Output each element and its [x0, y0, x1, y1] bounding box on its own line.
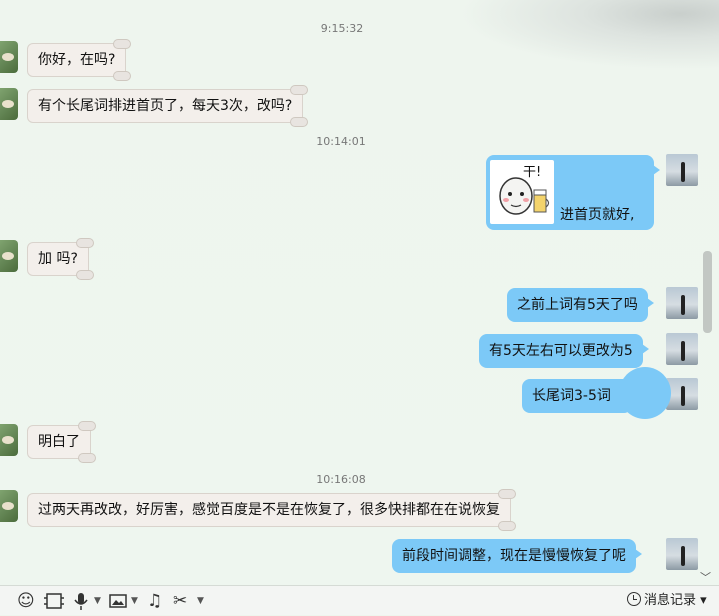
incoming-message[interactable]: 有个长尾词排进首页了，每天3次，改吗?: [27, 85, 309, 127]
message-text: 加 吗?: [38, 251, 78, 267]
screenshot-icon[interactable]: [43, 591, 65, 611]
history-label: 消息记录: [644, 593, 697, 608]
sticker-caption: 干!: [523, 165, 541, 180]
message-text: 之前上词有5天了吗: [517, 297, 638, 313]
incoming-message[interactable]: 加 吗?: [27, 238, 94, 280]
message-text: 你好，在吗?: [38, 52, 116, 68]
outgoing-message[interactable]: 干! 进首页就好,: [486, 155, 660, 230]
message-text: 有个长尾词排进首页了，每天3次，改吗?: [38, 98, 293, 114]
message-text: 明白了: [38, 434, 80, 450]
message-text: 进首页就好,: [560, 207, 635, 223]
history-dropdown-icon: ▾: [700, 593, 707, 608]
outgoing-message[interactable]: 之前上词有5天了吗: [507, 288, 654, 322]
image-icon[interactable]: [108, 591, 128, 611]
message-text: 前段时间调整，现在是慢慢恢复了呢: [402, 548, 626, 564]
my-avatar[interactable]: [666, 287, 698, 319]
message-text: 过两天再改改，好厉害，感觉百度是不是在恢复了，很多快排都在在说恢复: [38, 502, 500, 518]
contact-avatar[interactable]: [0, 490, 18, 522]
timestamp: 9:15:32: [320, 22, 364, 35]
voice-icon[interactable]: [73, 591, 89, 611]
incoming-message[interactable]: 明白了: [27, 421, 96, 463]
my-avatar[interactable]: [666, 333, 698, 365]
sticker-image[interactable]: 干!: [490, 160, 554, 224]
background-decoration: [459, 0, 719, 70]
incoming-message[interactable]: 过两天再改改，好厉害，感觉百度是不是在恢复了，很多快排都在在说恢复: [27, 489, 516, 531]
image-dropdown-icon[interactable]: ▼: [131, 591, 138, 611]
outgoing-message[interactable]: 有5天左右可以更改为5: [479, 334, 649, 368]
message-text: 长尾词3-5词: [532, 388, 611, 404]
message-text: 有5天左右可以更改为5: [489, 343, 633, 359]
clock-icon: [627, 592, 641, 606]
contact-avatar[interactable]: [0, 88, 18, 120]
my-avatar[interactable]: [666, 154, 698, 186]
scrollbar-thumb[interactable]: [703, 251, 712, 333]
message-history-button[interactable]: 消息记录 ▾: [627, 591, 707, 611]
emoji-icon[interactable]: ☺: [17, 591, 35, 611]
contact-avatar[interactable]: [0, 41, 18, 73]
timestamp: 10:16:08: [316, 473, 366, 486]
my-avatar[interactable]: [666, 538, 698, 570]
music-icon[interactable]: ♫: [147, 591, 162, 611]
scissors-dropdown-icon[interactable]: ▼: [197, 591, 204, 611]
input-toolbar: ☺ ▼ ▼ ♫ ✂ ▼ 消息记录 ▾: [0, 585, 719, 615]
chat-area: 9:15:32 你好，在吗? 有个长尾词排进首页了，每天3次，改吗? 10:14…: [0, 0, 719, 585]
incoming-message[interactable]: 你好，在吗?: [27, 39, 132, 81]
scissors-icon[interactable]: ✂: [173, 591, 187, 611]
bubble-overlay: [619, 367, 671, 419]
contact-avatar[interactable]: [0, 424, 18, 456]
voice-dropdown-icon[interactable]: ▼: [94, 591, 101, 611]
timestamp: 10:14:01: [316, 135, 366, 148]
outgoing-message[interactable]: 前段时间调整，现在是慢慢恢复了呢: [392, 539, 642, 573]
scroll-down-icon[interactable]: ﹀: [700, 569, 711, 585]
outgoing-message[interactable]: 长尾词3-5词: [522, 379, 638, 413]
contact-avatar[interactable]: [0, 240, 18, 272]
